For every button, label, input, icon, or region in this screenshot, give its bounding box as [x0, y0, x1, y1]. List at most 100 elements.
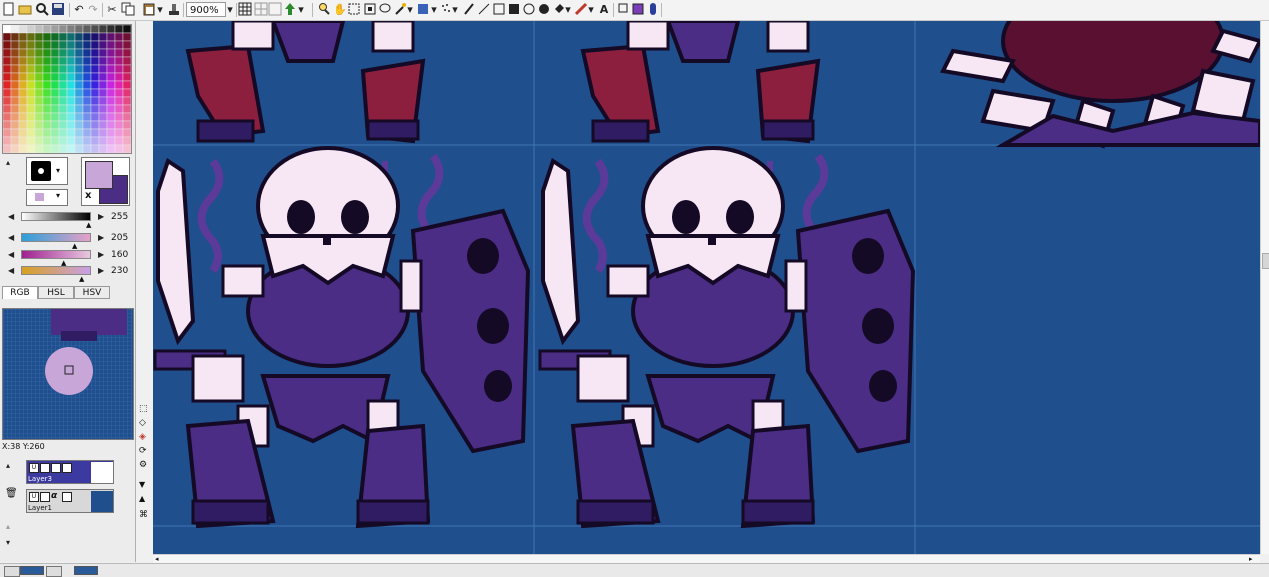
- undo-icon[interactable]: ↶: [73, 2, 85, 18]
- blue-slider[interactable]: [21, 266, 91, 275]
- stamp-icon[interactable]: [167, 2, 181, 18]
- value-slider[interactable]: [21, 212, 91, 221]
- zoom-level-field[interactable]: 900%: [186, 2, 226, 17]
- layer-mask-icon[interactable]: [62, 492, 72, 502]
- pencil-icon[interactable]: [463, 2, 475, 18]
- paste-icon[interactable]: [142, 2, 156, 18]
- text-tool-icon[interactable]: A: [598, 2, 610, 18]
- strip-down-icon[interactable]: ▼: [139, 480, 145, 489]
- eyedropper-icon[interactable]: [617, 2, 629, 18]
- layer-alpha-icon[interactable]: α: [51, 491, 57, 501]
- tab-hsl[interactable]: HSL: [38, 286, 74, 299]
- layer-trash-icon[interactable]: 🗑: [5, 488, 18, 499]
- move-selection-icon[interactable]: [364, 2, 376, 18]
- document-thumbnail[interactable]: [20, 566, 44, 575]
- rect-select-icon[interactable]: [348, 2, 360, 18]
- shape-tool-icon[interactable]: ◇: [139, 418, 149, 428]
- filled-ellipse-icon[interactable]: [538, 2, 550, 18]
- flip-icon[interactable]: [417, 2, 429, 18]
- strip-up-icon[interactable]: ▲: [139, 494, 145, 503]
- layer-up-icon[interactable]: ▴: [6, 461, 10, 470]
- redo-icon[interactable]: ↷: [87, 2, 99, 18]
- document-tab-button[interactable]: [4, 566, 20, 577]
- slider-thumb-icon[interactable]: ▲: [61, 259, 66, 267]
- lasso-icon[interactable]: [379, 2, 391, 18]
- tablet-icon[interactable]: [648, 2, 658, 18]
- slider-thumb-icon[interactable]: ▲: [86, 221, 91, 229]
- navigator-preview[interactable]: [2, 308, 134, 440]
- fill-bucket-icon[interactable]: [553, 2, 565, 18]
- color-swatches[interactable]: x: [81, 157, 130, 206]
- slider-left-arrow-icon[interactable]: ◀: [8, 266, 14, 275]
- slider-right-arrow-icon[interactable]: ▶: [98, 212, 104, 221]
- copy-icon[interactable]: [121, 2, 135, 18]
- select-tool-icon[interactable]: ⬚: [139, 404, 149, 414]
- slider-right-arrow-icon[interactable]: ▶: [98, 266, 104, 275]
- spray-dropdown-icon[interactable]: ▾: [452, 2, 458, 18]
- vertical-scroll-thumb[interactable]: [1262, 253, 1269, 269]
- color-picker-icon[interactable]: [632, 2, 644, 18]
- document-thumbnail[interactable]: [74, 566, 98, 575]
- brush-collapse-icon[interactable]: ▴: [6, 158, 10, 167]
- slider-left-arrow-icon[interactable]: ◀: [8, 250, 14, 259]
- flip-dropdown-icon[interactable]: ▾: [431, 2, 437, 18]
- red-slider[interactable]: [21, 233, 91, 242]
- spray-icon[interactable]: [440, 2, 452, 18]
- brush-dropdown-icon[interactable]: ▾: [56, 166, 60, 175]
- zoom-dropdown-icon[interactable]: ▾: [227, 2, 233, 18]
- open-folder-icon[interactable]: [18, 2, 32, 18]
- tab-rgb[interactable]: RGB: [2, 286, 38, 299]
- layer-visibility-icon[interactable]: U: [29, 492, 39, 502]
- settings-gear-icon[interactable]: ⚙: [139, 460, 149, 470]
- wand-dropdown-icon[interactable]: ▾: [407, 2, 413, 18]
- vertical-scrollbar[interactable]: [1260, 21, 1269, 554]
- scroll-left-icon[interactable]: ◂: [155, 555, 159, 563]
- zoom-tool-icon[interactable]: [318, 2, 330, 18]
- tab-hsv[interactable]: HSV: [74, 286, 110, 299]
- layer-edit-icon[interactable]: [51, 463, 61, 473]
- grid-icon[interactable]: [238, 2, 252, 18]
- brush-shape-selector[interactable]: ▾: [26, 157, 68, 185]
- fill-dropdown-icon[interactable]: ▾: [565, 2, 571, 18]
- hand-pan-icon[interactable]: ✋: [333, 2, 347, 18]
- ellipse-tool-icon[interactable]: [523, 2, 535, 18]
- green-slider[interactable]: [21, 250, 91, 259]
- filled-rectangle-icon[interactable]: [508, 2, 520, 18]
- layer-visibility-icon[interactable]: U: [29, 463, 39, 473]
- pixel-grid-icon[interactable]: [268, 2, 282, 18]
- primary-color-swatch[interactable]: [85, 161, 113, 189]
- slider-left-arrow-icon[interactable]: ◀: [8, 212, 14, 221]
- document-tab-button[interactable]: [46, 566, 62, 577]
- pattern-dropdown-icon[interactable]: ▾: [56, 191, 60, 200]
- slider-right-arrow-icon[interactable]: ▶: [98, 233, 104, 242]
- layer-row[interactable]: U Layer3: [26, 460, 114, 484]
- drawing-canvas[interactable]: [153, 21, 1260, 554]
- slider-left-arrow-icon[interactable]: ◀: [8, 233, 14, 242]
- tag-icon[interactable]: ⌘: [139, 510, 148, 520]
- magic-wand-icon[interactable]: [394, 2, 406, 18]
- cut-scissors-icon[interactable]: ✂: [106, 2, 118, 18]
- swap-colors-icon[interactable]: x: [85, 190, 91, 201]
- layer-lock-icon[interactable]: [40, 492, 50, 502]
- paste-dropdown-icon[interactable]: ▾: [157, 2, 163, 18]
- replace-dropdown-icon[interactable]: ▾: [588, 2, 594, 18]
- effects-dropdown-icon[interactable]: ▾: [298, 2, 304, 18]
- layer-lock-icon[interactable]: [40, 463, 50, 473]
- layer-move-up-icon[interactable]: ▴: [6, 522, 10, 531]
- rectangle-tool-icon[interactable]: [493, 2, 505, 18]
- layer-move-down-icon[interactable]: ▾: [6, 538, 10, 547]
- slider-right-arrow-icon[interactable]: ▶: [98, 250, 104, 259]
- layer-mask-icon[interactable]: [62, 463, 72, 473]
- save-disk-icon[interactable]: [51, 2, 65, 18]
- scroll-right-icon[interactable]: ▸: [1249, 555, 1253, 563]
- effects-icon[interactable]: [283, 2, 297, 18]
- transform-tool-icon[interactable]: ◈: [139, 432, 149, 442]
- rotate-tool-icon[interactable]: ⟳: [139, 446, 149, 456]
- slider-thumb-icon[interactable]: ▲: [79, 275, 84, 283]
- layer-row[interactable]: U α Layer1: [26, 489, 114, 513]
- slider-thumb-icon[interactable]: ▲: [72, 242, 77, 250]
- color-palette[interactable]: [2, 24, 132, 154]
- tile-grid-icon[interactable]: [254, 2, 268, 18]
- new-file-icon[interactable]: [3, 2, 15, 18]
- zoom-search-icon[interactable]: [35, 2, 49, 18]
